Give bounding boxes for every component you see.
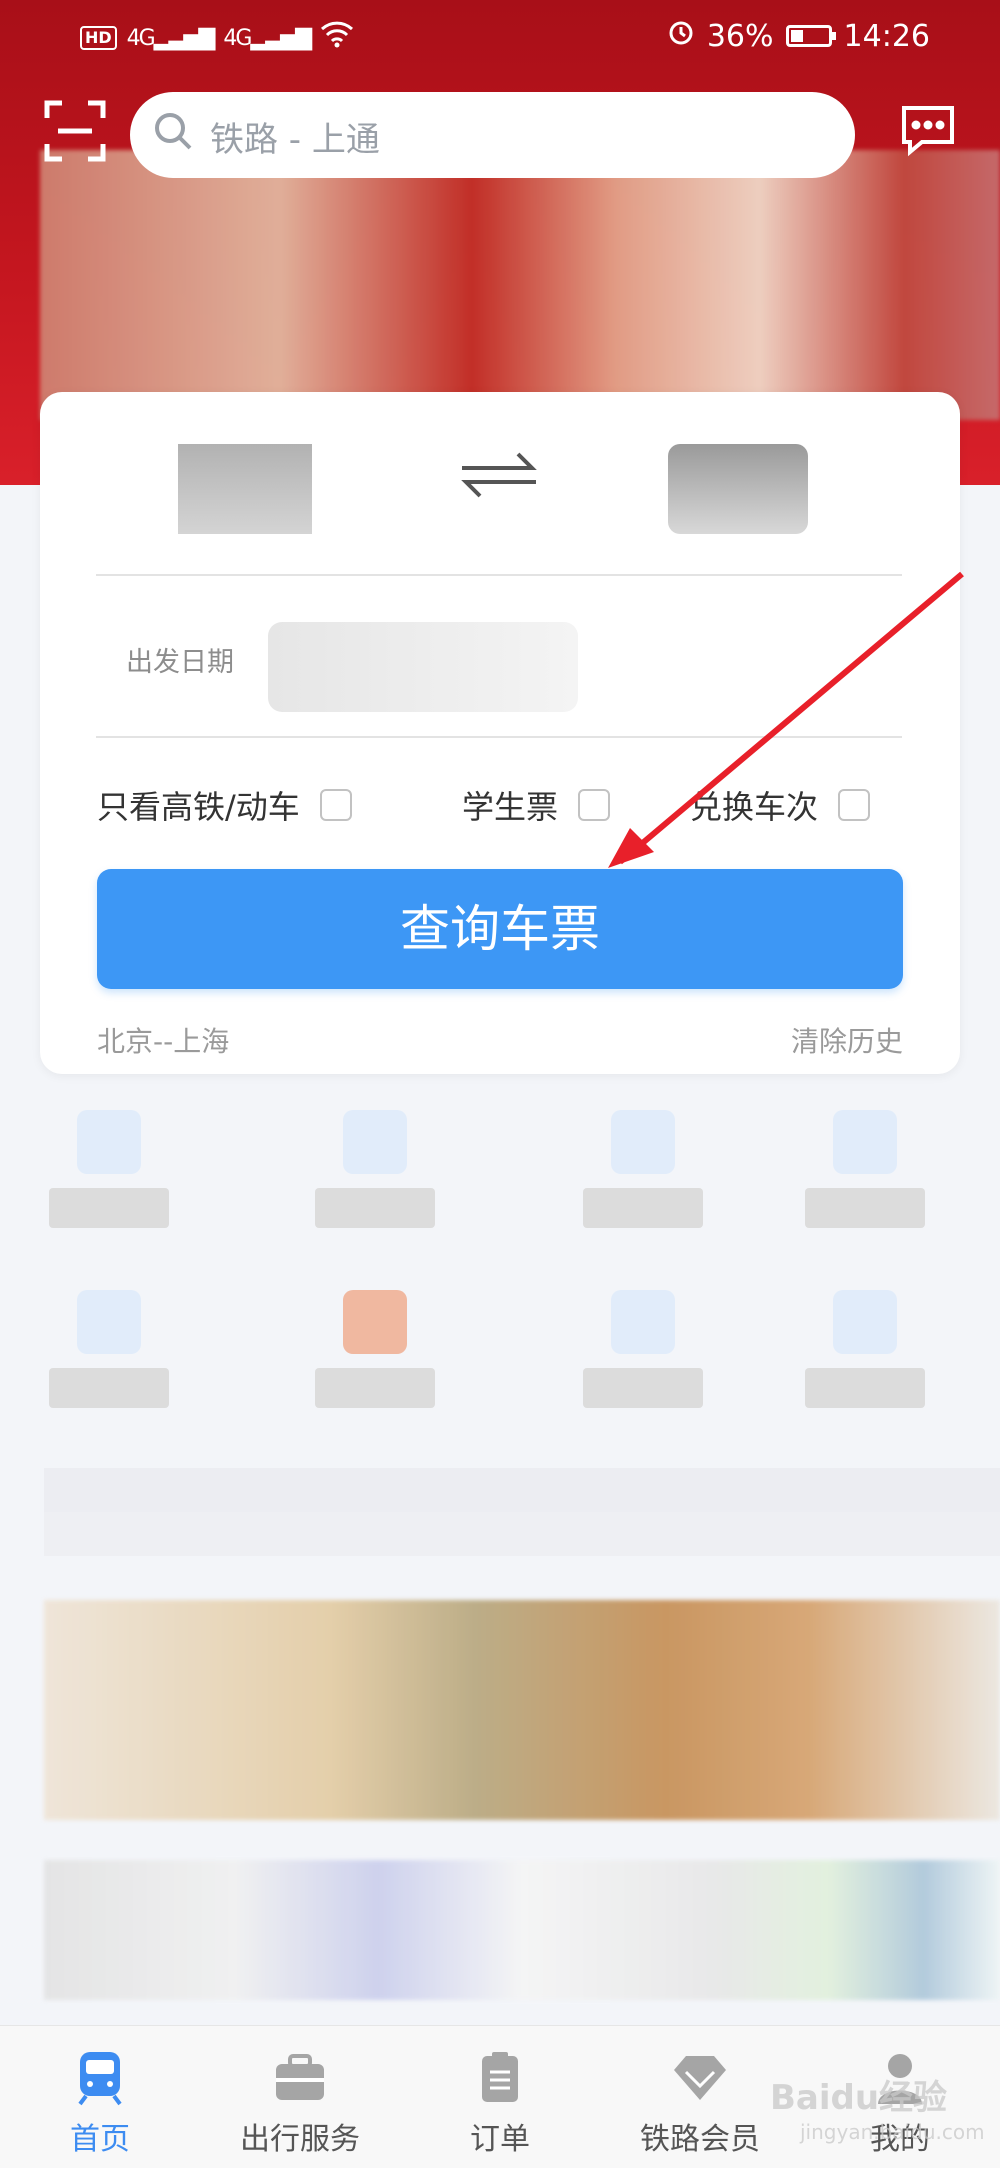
signal-2: 4G▂▃▅▇ bbox=[223, 25, 312, 51]
clear-history-button[interactable]: 清除历史 bbox=[791, 1020, 903, 1060]
train-icon bbox=[70, 2048, 130, 2108]
briefcase-icon bbox=[270, 2048, 330, 2108]
search-history-item[interactable]: 北京--上海 bbox=[97, 1020, 229, 1060]
high-speed-checkbox[interactable] bbox=[319, 789, 352, 821]
diamond-icon bbox=[670, 2048, 730, 2108]
service-item[interactable] bbox=[800, 1110, 930, 1240]
promo-banner[interactable] bbox=[40, 150, 1000, 420]
tab-label: 出行服务 bbox=[240, 2122, 360, 2157]
high-speed-label: 只看高铁/动车 bbox=[97, 788, 300, 826]
watermark-url: jingyan.baidu.com bbox=[800, 2120, 985, 2144]
service-item[interactable] bbox=[310, 1110, 440, 1240]
hd-badge: HD bbox=[80, 26, 117, 50]
time: 14:26 bbox=[843, 18, 930, 54]
tab-label: 订单 bbox=[470, 2122, 530, 2157]
service-item[interactable] bbox=[44, 1110, 174, 1240]
departure-city[interactable] bbox=[178, 444, 312, 534]
service-item[interactable] bbox=[800, 1290, 930, 1420]
service-icon bbox=[77, 1290, 141, 1354]
service-label bbox=[49, 1188, 169, 1228]
service-icon bbox=[833, 1110, 897, 1174]
tab-orders[interactable]: 订单 bbox=[400, 2026, 600, 2168]
alarm-icon bbox=[667, 18, 695, 54]
tab-label: 首页 bbox=[70, 2122, 130, 2157]
service-item[interactable] bbox=[44, 1290, 174, 1420]
scan-icon[interactable] bbox=[44, 100, 106, 162]
service-icon bbox=[343, 1290, 407, 1354]
tab-travel-services[interactable]: 出行服务 bbox=[200, 2026, 400, 2168]
battery-level bbox=[790, 30, 804, 42]
battery-icon bbox=[785, 25, 836, 47]
battery-percent: 36% bbox=[706, 18, 774, 54]
date-label: 出发日期 bbox=[126, 647, 234, 678]
promo-section[interactable] bbox=[44, 1600, 1000, 1820]
notice-strip[interactable] bbox=[44, 1512, 1000, 1556]
signal-1: 4G▂▃▅▇ bbox=[126, 25, 216, 51]
query-tickets-button[interactable]: 查询车票 bbox=[97, 869, 903, 989]
content-row[interactable] bbox=[44, 1860, 1000, 2000]
service-label bbox=[805, 1188, 925, 1228]
service-icon bbox=[833, 1290, 897, 1354]
option-student[interactable]: 学生票 bbox=[462, 782, 611, 828]
swap-stations-icon[interactable] bbox=[458, 446, 540, 504]
service-icon bbox=[611, 1290, 675, 1354]
annotation-arrow bbox=[608, 571, 964, 868]
status-bar: HD 4G▂▃▅▇ 4G▂▃▅▇ 36% 14:26 bbox=[0, 0, 1000, 76]
service-icon bbox=[77, 1110, 141, 1174]
service-icon bbox=[343, 1110, 407, 1174]
watermark-logo: Baidu经验 bbox=[770, 2078, 948, 2118]
notice-strip bbox=[44, 1468, 1000, 1512]
status-left: HD 4G▂▃▅▇ 4G▂▃▅▇ bbox=[80, 20, 354, 56]
service-icon bbox=[611, 1110, 675, 1174]
service-item[interactable] bbox=[578, 1110, 708, 1240]
service-label bbox=[805, 1368, 925, 1408]
service-item[interactable] bbox=[578, 1290, 708, 1420]
search-placeholder: 铁路 - 上通 bbox=[210, 120, 380, 160]
search-bar[interactable]: 铁路 - 上通 bbox=[130, 92, 855, 178]
service-label bbox=[49, 1368, 169, 1408]
status-right: 36% 14:26 bbox=[667, 18, 930, 54]
order-icon bbox=[470, 2048, 530, 2108]
arrival-city[interactable] bbox=[668, 444, 808, 534]
service-item[interactable] bbox=[310, 1290, 440, 1420]
option-high-speed[interactable]: 只看高铁/动车 bbox=[97, 782, 352, 828]
student-label: 学生票 bbox=[462, 788, 559, 826]
search-icon bbox=[152, 110, 196, 158]
departure-date[interactable] bbox=[268, 622, 578, 712]
tab-home[interactable]: 首页 bbox=[0, 2026, 200, 2168]
tab-label: 铁路会员 bbox=[640, 2122, 760, 2157]
message-icon[interactable] bbox=[898, 104, 958, 158]
service-label bbox=[583, 1188, 703, 1228]
wifi-icon bbox=[320, 20, 354, 56]
service-label bbox=[315, 1188, 435, 1228]
service-label bbox=[315, 1368, 435, 1408]
service-label bbox=[583, 1368, 703, 1408]
